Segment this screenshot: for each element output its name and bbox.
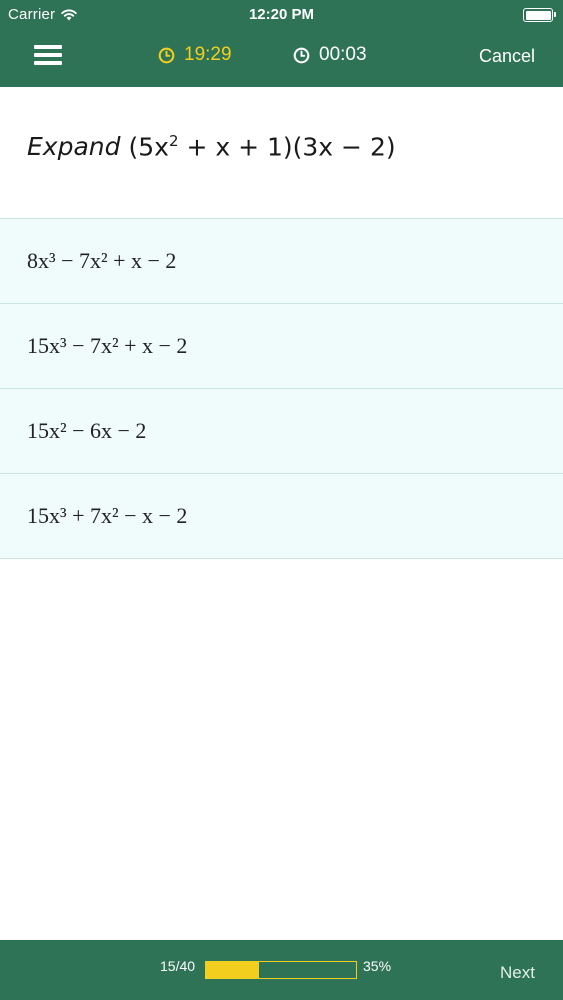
answer-option[interactable]: 15x³ − 7x² + x − 2 — [0, 304, 563, 389]
status-time: 12:20 PM — [248, 6, 315, 23]
answer-label: 15x³ − 7x² + x − 2 — [27, 333, 188, 358]
question-expression-b: + x + 1)(3x − 2) — [178, 132, 396, 162]
answer-label: 8x³ − 7x² + x − 2 — [27, 248, 177, 273]
status-bar: Carrier 12:20 PM — [0, 0, 563, 30]
answer-option[interactable]: 8x³ − 7x² + x − 2 — [0, 219, 563, 304]
question-expression-a: (5x — [128, 132, 169, 162]
remaining-timer: 19:29 — [158, 44, 232, 66]
answer-label: 15x² − 6x − 2 — [27, 418, 147, 443]
footer-bar: 15/40 35% Next — [0, 940, 563, 1000]
question-panel: Expand (5x2 + x + 1)(3x − 2) — [0, 87, 563, 218]
battery-icon — [523, 8, 556, 22]
menu-icon[interactable] — [34, 43, 62, 67]
question-count: 15/40 — [160, 958, 196, 974]
remaining-time-label: 19:29 — [184, 44, 232, 65]
progress-percent: 35% — [363, 958, 392, 974]
answer-list: 8x³ − 7x² + x − 2 15x³ − 7x² + x − 2 15x… — [0, 218, 563, 559]
clock-icon — [158, 47, 175, 63]
progress-bar — [205, 961, 357, 979]
battery-fill — [525, 10, 551, 20]
nav-bar: 19:29 00:03 Cancel — [0, 30, 563, 87]
question-text: Expand (5x2 + x + 1)(3x − 2) — [27, 132, 396, 161]
header: Carrier 12:20 PM 19:29 00:03 Cancel — [0, 0, 563, 87]
elapsed-timer: 00:03 — [293, 44, 367, 66]
progress-fill — [206, 962, 259, 978]
elapsed-time-label: 00:03 — [319, 44, 367, 65]
answer-option[interactable]: 15x³ + 7x² − x − 2 — [0, 474, 563, 559]
next-button[interactable]: Next — [500, 963, 535, 983]
answer-label: 15x³ + 7x² − x − 2 — [27, 503, 188, 528]
answer-option[interactable]: 15x² − 6x − 2 — [0, 389, 563, 474]
clock-icon — [293, 47, 310, 63]
question-verb: Expand — [27, 132, 121, 162]
question-exponent: 2 — [168, 132, 179, 150]
cancel-button[interactable]: Cancel — [479, 46, 535, 67]
quiz-screen: Carrier 12:20 PM 19:29 00:03 Cancel Expa… — [0, 0, 563, 1000]
